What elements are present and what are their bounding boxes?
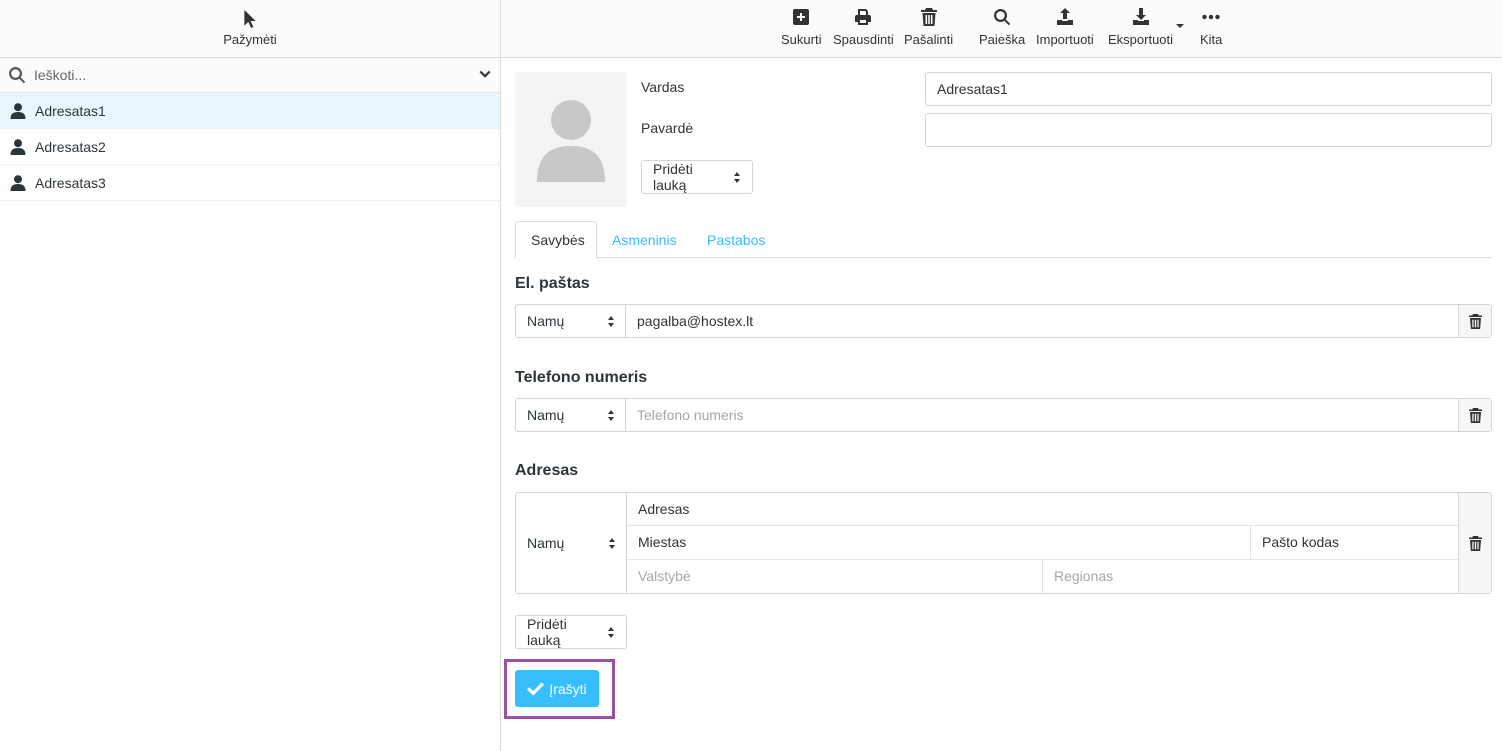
person-icon [10, 174, 26, 191]
save-label: Įrašyti [549, 680, 587, 697]
add-field-select-bottom[interactable]: Pridėti lauką [515, 615, 627, 649]
region-field[interactable]: Regionas [1043, 560, 1458, 593]
email-field[interactable]: pagalba@hostex.lt [626, 305, 1458, 337]
tab-bar: Savybės Asmeninis Pastabos [515, 221, 1492, 259]
address-country-row: Valstybė Regionas [627, 559, 1458, 593]
updown-icon [608, 315, 615, 327]
contact-name: Adresatas2 [35, 138, 106, 155]
address-section-title: Adresas [515, 462, 579, 479]
avatar-placeholder-icon [537, 99, 605, 182]
contact-name: Adresatas3 [35, 174, 106, 191]
tab-personal[interactable]: Asmeninis [597, 221, 692, 258]
search-icon [9, 67, 26, 84]
list-item[interactable]: Adresatas1 [0, 93, 500, 129]
address-type-select[interactable]: Namų [516, 493, 627, 593]
updown-icon [608, 626, 615, 638]
country-field[interactable]: Valstybė [627, 559, 1043, 593]
person-icon [10, 102, 26, 119]
export-label: Eksportuoti [1108, 32, 1174, 47]
add-field-label: Pridėti lauką [653, 161, 693, 193]
city-field[interactable]: Miestas [627, 526, 1251, 559]
search-bar [0, 58, 500, 93]
contacts-list-pane: Pažymėti Adresatas1 Adresatas2 Adresatas… [0, 0, 501, 751]
more-label: Kita [1200, 32, 1223, 47]
delete-email-button[interactable] [1458, 305, 1491, 337]
more-button[interactable]: Kita [1200, 8, 1222, 47]
last-name-label: Pavardė [641, 120, 694, 136]
postal-code-field[interactable]: Pašto kodas [1251, 526, 1458, 558]
trash-icon [1468, 313, 1482, 329]
list-toolbar: Pažymėti [0, 0, 500, 58]
last-name-input[interactable] [925, 113, 1492, 147]
address-type-label: Namų [527, 535, 565, 551]
email-type-label: Namų [527, 313, 565, 329]
plus-square-icon [793, 9, 810, 25]
create-button[interactable]: Sukurti [781, 8, 821, 47]
phone-type-label: Namų [527, 407, 565, 423]
cursor-icon [244, 10, 256, 28]
import-button[interactable]: Importuoti [1036, 8, 1094, 47]
delete-label: Pašalinti [904, 32, 954, 47]
contacts-app: Pažymėti Adresatas1 Adresatas2 Adresatas… [0, 0, 1502, 751]
updown-icon [609, 537, 616, 549]
trash-icon [1468, 535, 1482, 551]
updown-icon [734, 171, 741, 183]
export-dropdown-caret-icon[interactable] [1176, 24, 1184, 28]
print-button[interactable]: Spausdinti [833, 8, 894, 47]
select-button[interactable]: Pažymėti [223, 10, 277, 47]
delete-button[interactable]: Pašalinti [904, 8, 953, 47]
first-name-label: Vardas [641, 79, 685, 95]
search-icon [994, 9, 1011, 26]
contact-name: Adresatas1 [35, 102, 106, 119]
contact-list: Adresatas1 Adresatas2 Adresatas3 [0, 93, 500, 201]
person-icon [10, 138, 26, 155]
export-button[interactable]: Eksportuoti [1108, 8, 1173, 47]
phone-field-row: Namų Telefono numeris [515, 398, 1492, 432]
address-fields: Adresas Miestas Pašto kodas Valstybė Reg… [627, 493, 1458, 593]
contact-photo[interactable] [515, 72, 627, 207]
import-label: Importuoti [1036, 32, 1094, 47]
email-section-title: El. paštas [515, 275, 590, 292]
updown-icon [608, 409, 615, 421]
checkmark-icon [527, 682, 545, 696]
create-label: Sukurti [781, 32, 822, 47]
tab-properties[interactable]: Savybės [515, 221, 597, 259]
download-icon [1132, 8, 1149, 25]
list-item[interactable]: Adresatas3 [0, 165, 500, 201]
trash-icon [1468, 407, 1482, 423]
first-name-input[interactable]: Adresatas1 [925, 72, 1492, 106]
add-field-bottom-label: Pridėti lauką [527, 616, 567, 648]
street-field[interactable]: Adresas [627, 493, 1458, 525]
print-label: Spausdinti [833, 32, 894, 47]
email-field-row: Namų pagalba@hostex.lt [515, 304, 1492, 338]
ellipsis-icon [1202, 14, 1220, 20]
delete-address-button[interactable] [1458, 493, 1491, 593]
editor-toolbar: Sukurti Spausdinti Pašalinti Paieška Imp… [501, 0, 1502, 58]
tab-notes[interactable]: Pastabos [692, 221, 780, 258]
chevron-down-icon[interactable] [478, 68, 492, 82]
address-field-group: Namų Adresas Miestas Pašto kodas Valstyb… [515, 492, 1492, 594]
trash-icon [920, 8, 937, 26]
address-street-row: Adresas [627, 493, 1458, 527]
phone-section-title: Telefono numeris [515, 369, 648, 386]
search-label: Paieška [979, 32, 1026, 47]
search-button[interactable]: Paieška [979, 8, 1025, 47]
contact-editor-pane: Sukurti Spausdinti Pašalinti Paieška Imp… [501, 0, 1502, 751]
email-type-select[interactable]: Namų [516, 305, 626, 337]
upload-icon [1056, 8, 1073, 25]
address-city-row: Miestas Pašto kodas [627, 526, 1458, 560]
phone-field[interactable]: Telefono numeris [626, 399, 1458, 431]
delete-phone-button[interactable] [1458, 399, 1491, 431]
search-input[interactable] [34, 67, 478, 83]
phone-type-select[interactable]: Namų [516, 399, 626, 431]
save-button[interactable]: Įrašyti [515, 670, 599, 707]
printer-icon [855, 9, 872, 25]
select-label: Pažymėti [223, 32, 277, 47]
list-item[interactable]: Adresatas2 [0, 129, 500, 165]
add-field-select[interactable]: Pridėti lauką [641, 160, 753, 194]
